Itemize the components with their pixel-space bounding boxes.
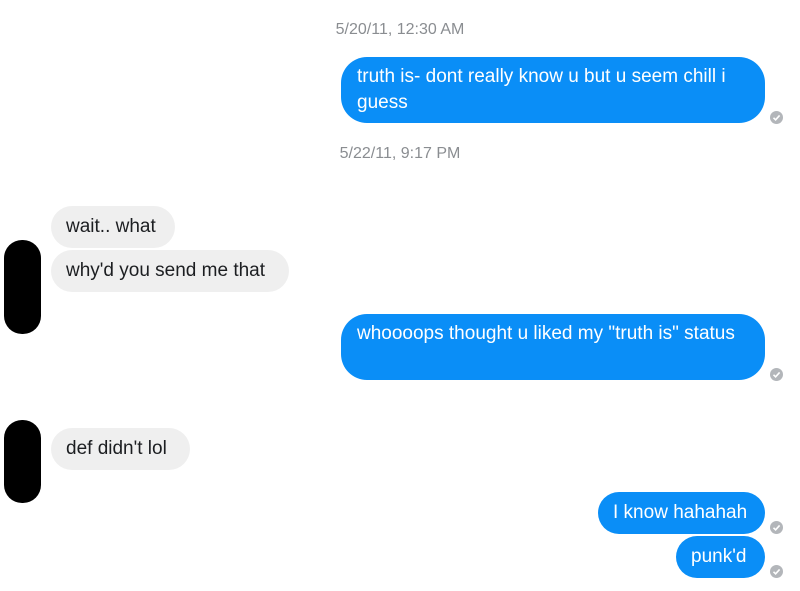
avatar[interactable] (4, 420, 41, 503)
timestamp: 5/22/11, 9:17 PM (339, 145, 461, 162)
outgoing-message[interactable]: punk'd (676, 536, 765, 578)
check-circle-icon (770, 368, 783, 381)
check-circle-icon (770, 111, 783, 124)
outgoing-message[interactable]: whoooops thought u liked my "truth is" s… (341, 314, 765, 380)
incoming-message[interactable]: def didn't lol (51, 428, 190, 470)
outgoing-message[interactable]: I know hahahah (598, 492, 765, 534)
check-circle-icon (770, 521, 783, 534)
message-thread: 5/20/11, 12:30 AM truth is- dont really … (0, 0, 800, 591)
incoming-message[interactable]: why'd you send me that (51, 250, 289, 292)
timestamp: 5/20/11, 12:30 AM (335, 21, 465, 38)
outgoing-message[interactable]: truth is- dont really know u but u seem … (341, 57, 765, 123)
check-circle-icon (770, 565, 783, 578)
avatar[interactable] (4, 240, 41, 334)
incoming-message[interactable]: wait.. what (51, 206, 175, 248)
